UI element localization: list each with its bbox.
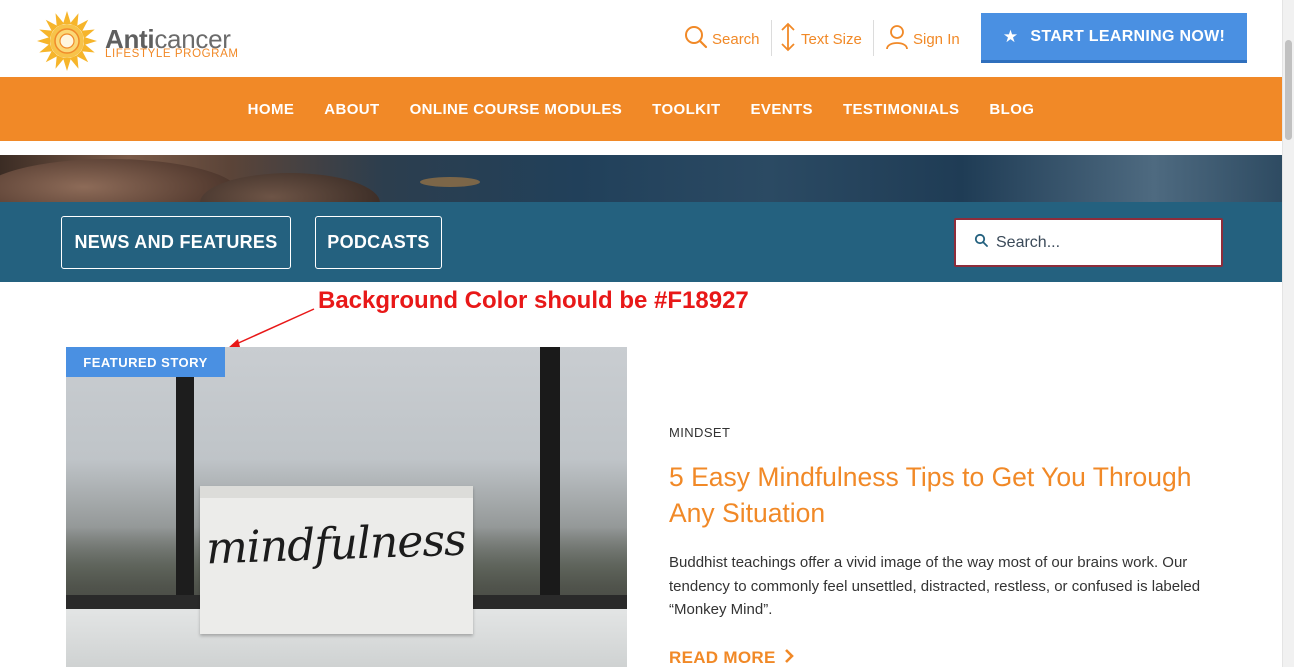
- image-handwritten-word: mindfulness: [205, 514, 467, 575]
- chevron-right-icon: [784, 647, 794, 667]
- sunburst-logo-icon: [37, 11, 97, 71]
- image-card-shade: [200, 486, 473, 498]
- search-icon: [974, 233, 988, 252]
- read-more-label: READ MORE: [669, 648, 776, 667]
- blog-search-input[interactable]: [996, 233, 1216, 252]
- main-nav: HOME ABOUT ONLINE COURSE MODULES TOOLKIT…: [0, 77, 1282, 141]
- hero-image: [0, 155, 1282, 202]
- blog-search-box[interactable]: [954, 218, 1223, 267]
- header-search-link[interactable]: Search: [684, 22, 760, 56]
- text-size-label: Text Size: [801, 30, 862, 48]
- read-more-link[interactable]: READ MORE: [669, 647, 794, 667]
- sign-in-label: Sign In: [913, 30, 960, 48]
- featured-story-image[interactable]: mindfulness: [66, 347, 627, 667]
- nav-item-home[interactable]: HOME: [248, 101, 295, 118]
- text-size-control[interactable]: Text Size: [779, 22, 862, 56]
- logo-subtitle: LIFESTYLE PROGRAM: [105, 48, 239, 60]
- featured-story: MINDSET 5 Easy Mindfulness Tips to Get Y…: [669, 425, 1209, 667]
- divider: [771, 20, 772, 56]
- site-header: Anticancer LIFESTYLE PROGRAM Search Text…: [0, 0, 1282, 77]
- header-search-label: Search: [712, 30, 760, 48]
- nav-item-online-course-modules[interactable]: ONLINE COURSE MODULES: [410, 101, 623, 118]
- divider: [873, 20, 874, 56]
- star-icon: ★: [1002, 26, 1019, 46]
- nav-item-about[interactable]: ABOUT: [324, 101, 379, 118]
- blog-subnav: NEWS AND FEATURES PODCASTS: [0, 202, 1282, 282]
- nav-item-events[interactable]: EVENTS: [751, 101, 813, 118]
- tab-podcasts[interactable]: PODCASTS: [315, 216, 442, 269]
- annotation-note: Background Color should be #F18927: [318, 287, 749, 314]
- search-icon: [684, 25, 708, 53]
- text-size-arrows-icon: [779, 21, 797, 57]
- scrollbar-thumb[interactable]: [1285, 40, 1292, 140]
- nav-item-testimonials[interactable]: TESTIMONIALS: [843, 101, 959, 118]
- page-scrollbar[interactable]: [1282, 0, 1294, 667]
- story-category[interactable]: MINDSET: [669, 425, 1209, 440]
- story-excerpt: Buddhist teachings offer a vivid image o…: [669, 554, 1201, 618]
- tab-news-and-features[interactable]: NEWS AND FEATURES: [61, 216, 291, 269]
- nav-item-blog[interactable]: BLOG: [989, 101, 1034, 118]
- hero-ripple: [420, 177, 480, 187]
- site-logo[interactable]: Anticancer LIFESTYLE PROGRAM: [36, 10, 276, 71]
- user-icon: [885, 24, 909, 54]
- start-learning-label: START LEARNING NOW!: [1030, 27, 1226, 45]
- nav-item-toolkit[interactable]: TOOLKIT: [652, 101, 720, 118]
- start-learning-button[interactable]: ★ START LEARNING NOW!: [981, 13, 1247, 63]
- hero-rock: [200, 173, 380, 202]
- featured-story-badge: FEATURED STORY: [66, 347, 225, 377]
- story-title[interactable]: 5 Easy Mindfulness Tips to Get You Throu…: [669, 459, 1209, 531]
- sign-in-link[interactable]: Sign In: [885, 22, 960, 56]
